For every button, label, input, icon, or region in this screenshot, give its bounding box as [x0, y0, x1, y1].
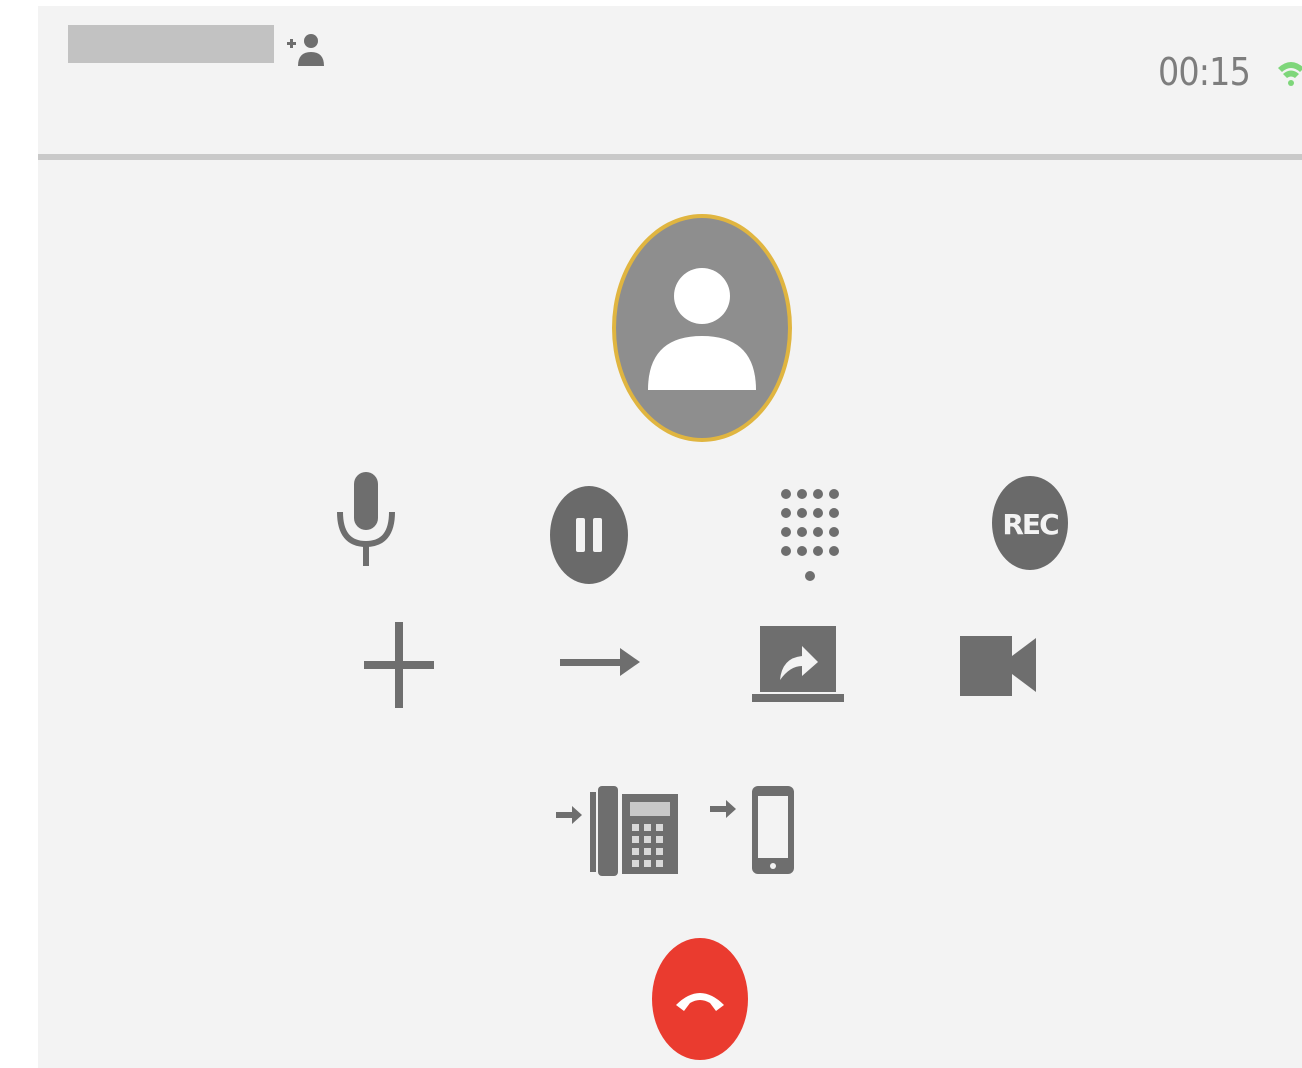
person-avatar-icon [612, 214, 792, 442]
video-camera-icon [960, 636, 1036, 696]
record-label: REC [1002, 508, 1058, 541]
add-call-button[interactable] [362, 620, 436, 710]
hold-button[interactable] [548, 484, 630, 586]
record-button[interactable]: REC [990, 474, 1070, 572]
plus-icon [364, 622, 434, 708]
move-to-mobile-button[interactable] [708, 782, 804, 878]
header-divider [38, 154, 1302, 160]
add-person-icon[interactable] [284, 28, 332, 76]
call-header: 00:15 [38, 6, 1302, 154]
contact-name-redacted [68, 25, 274, 63]
hang-up-icon [676, 993, 724, 1011]
transfer-button[interactable] [558, 642, 642, 682]
record-icon: REC [992, 476, 1068, 570]
share-screen-button[interactable] [750, 624, 846, 710]
signal-strength-icon [1276, 54, 1302, 94]
call-timer: 00:15 [1158, 50, 1251, 94]
deskphone-icon [556, 786, 678, 876]
mobile-phone-icon [710, 786, 794, 874]
pause-icon [550, 486, 628, 584]
call-screen: 00:15 REC [38, 6, 1302, 1068]
dialpad-icon [781, 489, 839, 581]
move-to-deskphone-button[interactable] [554, 782, 684, 878]
mute-button[interactable] [328, 468, 404, 572]
microphone-icon [337, 472, 395, 566]
end-call-button[interactable] [652, 938, 748, 1060]
arrow-right-icon [560, 648, 640, 676]
video-button[interactable] [958, 630, 1038, 700]
keypad-button[interactable] [776, 484, 842, 588]
screen-share-icon [752, 626, 844, 702]
